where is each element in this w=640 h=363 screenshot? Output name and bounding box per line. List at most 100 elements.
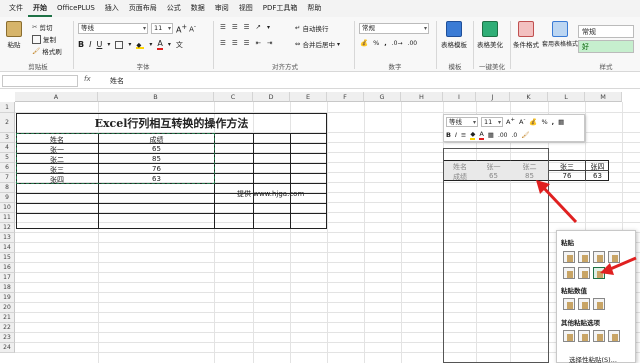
- font-size-select[interactable]: 11 ▾: [151, 23, 173, 34]
- paste-values-icon[interactable]: [563, 298, 575, 310]
- column-header[interactable]: B: [98, 92, 214, 102]
- bold-icon[interactable]: B: [446, 131, 451, 139]
- row-header[interactable]: 8: [0, 183, 15, 193]
- borders-icon[interactable]: ▦: [488, 131, 494, 139]
- row-header[interactable]: 20: [0, 303, 15, 313]
- menu-pdf-toolbox[interactable]: PDF工具箱: [258, 0, 303, 17]
- column-header[interactable]: A: [15, 92, 98, 102]
- row-header[interactable]: 1: [0, 102, 15, 113]
- fx-icon[interactable]: fx: [84, 75, 91, 83]
- paste-button[interactable]: 粘贴: [6, 21, 22, 49]
- font-name-select[interactable]: 等线 ▾: [78, 23, 148, 34]
- column-header[interactable]: E: [290, 92, 327, 102]
- row-header[interactable]: 17: [0, 273, 15, 283]
- row-header[interactable]: 6: [0, 163, 15, 173]
- copy-button[interactable]: 复制: [32, 34, 56, 44]
- paste-icon[interactable]: [563, 251, 575, 263]
- row-header[interactable]: 16: [0, 263, 15, 273]
- menu-formulas[interactable]: 公式: [162, 0, 186, 17]
- menu-review[interactable]: 审阅: [210, 0, 234, 17]
- increase-font-icon[interactable]: A+: [506, 117, 515, 126]
- row-header[interactable]: 2: [0, 113, 15, 133]
- phonetic-icon[interactable]: 文: [176, 40, 183, 50]
- bold-icon[interactable]: B: [78, 40, 84, 49]
- brush-icon[interactable]: 🖌: [521, 131, 529, 139]
- table-template-button[interactable]: 表格模板: [441, 21, 467, 49]
- fill-color-icon[interactable]: ◆: [470, 130, 476, 140]
- row-header[interactable]: 23: [0, 333, 15, 343]
- paste-picture-icon[interactable]: [593, 330, 605, 342]
- align-center-icon[interactable]: ☰: [232, 39, 238, 47]
- underline-icon[interactable]: U: [96, 40, 102, 49]
- row-header[interactable]: 12: [0, 223, 15, 233]
- increase-font-icon[interactable]: A+: [176, 23, 187, 35]
- column-header[interactable]: I: [443, 92, 476, 102]
- column-header[interactable]: G: [364, 92, 401, 102]
- row-header[interactable]: 21: [0, 313, 15, 323]
- column-header[interactable]: C: [214, 92, 253, 102]
- menu-help[interactable]: 帮助: [302, 0, 326, 17]
- column-header[interactable]: F: [327, 92, 364, 102]
- paste-values-number-format-icon[interactable]: [578, 298, 590, 310]
- align-top-icon[interactable]: ☰: [220, 23, 226, 31]
- decrease-font-icon[interactable]: A-: [189, 24, 196, 33]
- paste-formatting-icon[interactable]: [563, 330, 575, 342]
- paste-values-source-format-icon[interactable]: [593, 298, 605, 310]
- row-header[interactable]: 14: [0, 243, 15, 253]
- column-header[interactable]: J: [476, 92, 510, 102]
- transposed-cell[interactable]: 张三: [549, 162, 585, 172]
- row-header[interactable]: 10: [0, 203, 15, 213]
- paste-keep-width-icon[interactable]: [578, 267, 590, 279]
- menu-file[interactable]: 文件: [4, 0, 28, 17]
- cut-button[interactable]: ✂ 剪切: [32, 22, 52, 32]
- row-header[interactable]: 18: [0, 283, 15, 293]
- column-header[interactable]: D: [253, 92, 290, 102]
- transposed-cell[interactable]: 63: [586, 172, 609, 180]
- name-box[interactable]: [2, 75, 78, 87]
- paste-linked-picture-icon[interactable]: [608, 330, 620, 342]
- decrease-font-icon[interactable]: A-: [519, 117, 525, 126]
- table-beautify-button[interactable]: 表格美化: [477, 21, 503, 49]
- align-left-icon[interactable]: ☰: [220, 39, 226, 47]
- font-color-icon[interactable]: A: [479, 130, 484, 140]
- chevron-down-icon[interactable]: ▾: [149, 41, 152, 48]
- align-bottom-icon[interactable]: ☰: [244, 23, 250, 31]
- paste-formulas-icon[interactable]: [578, 251, 590, 263]
- italic-icon[interactable]: I: [89, 40, 91, 49]
- row-header[interactable]: 15: [0, 253, 15, 263]
- menu-insert[interactable]: 插入: [100, 0, 124, 17]
- row-header[interactable]: 11: [0, 213, 15, 223]
- row-header[interactable]: 4: [0, 143, 15, 153]
- wrap-text-button[interactable]: ↵ 自动换行: [295, 23, 328, 33]
- menu-view[interactable]: 视图: [234, 0, 258, 17]
- format-painter-button[interactable]: 🖌 格式刷: [32, 46, 62, 56]
- align-middle-icon[interactable]: ☰: [232, 23, 238, 31]
- decrease-decimal-icon[interactable]: .00: [408, 40, 418, 47]
- row-header[interactable]: 3: [0, 133, 15, 143]
- transposed-cell[interactable]: 张四: [586, 162, 609, 172]
- style-normal[interactable]: 常规: [578, 25, 634, 38]
- row-header[interactable]: 24: [0, 343, 15, 353]
- currency-icon[interactable]: 💰: [529, 118, 537, 126]
- menu-officeplus[interactable]: OfficePLUS: [52, 0, 100, 17]
- chevron-down-icon[interactable]: ▾: [267, 24, 270, 31]
- row-header[interactable]: 9: [0, 193, 15, 203]
- column-header[interactable]: L: [548, 92, 585, 102]
- increase-decimal-icon[interactable]: .0→: [392, 40, 403, 47]
- increase-decimal-icon[interactable]: .0: [512, 132, 518, 139]
- comma-icon[interactable]: ,: [552, 118, 554, 126]
- column-header[interactable]: M: [585, 92, 622, 102]
- currency-icon[interactable]: 💰: [360, 39, 368, 47]
- row-header[interactable]: 19: [0, 293, 15, 303]
- font-color-icon[interactable]: A: [157, 39, 163, 50]
- conditional-format-button[interactable]: 条件格式: [513, 21, 539, 49]
- row-header[interactable]: 7: [0, 173, 15, 183]
- chevron-down-icon[interactable]: ▾: [128, 41, 131, 48]
- number-format-select[interactable]: 常规 ▾: [359, 23, 429, 34]
- decrease-indent-icon[interactable]: ⇤: [255, 39, 260, 47]
- mini-font-select[interactable]: 等线 ▾: [446, 117, 478, 127]
- decrease-decimal-icon[interactable]: .00: [498, 132, 508, 139]
- row-header[interactable]: 22: [0, 323, 15, 333]
- mini-size-select[interactable]: 11 ▾: [481, 117, 503, 127]
- provider-note[interactable]: 提供 www.hjga.com: [237, 189, 304, 199]
